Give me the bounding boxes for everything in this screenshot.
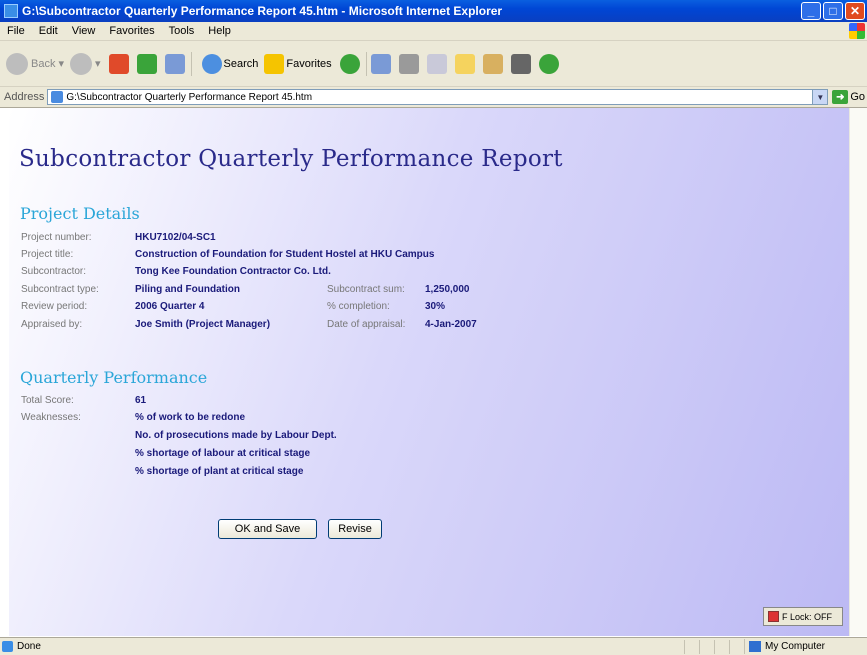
status-cell xyxy=(699,639,714,654)
review-period-label: Review period: xyxy=(21,301,88,312)
go-button[interactable]: ➜ Go xyxy=(832,90,865,104)
menu-tools[interactable]: Tools xyxy=(162,25,202,37)
toolbar-separator xyxy=(190,51,192,76)
completion-label: % completion: xyxy=(327,301,390,312)
subcontractor-value: Tong Kee Foundation Contractor Co. Ltd. xyxy=(135,266,331,277)
project-number-label: Project number: xyxy=(21,232,92,243)
go-arrow-icon: ➜ xyxy=(832,90,849,104)
window-title: G:\Subcontractor Quarterly Performance R… xyxy=(22,4,503,18)
page-title: Subcontractor Quarterly Performance Repo… xyxy=(19,146,563,172)
go-label: Go xyxy=(850,91,865,103)
windows-logo-icon xyxy=(849,23,865,39)
page-content: Subcontractor Quarterly Performance Repo… xyxy=(8,108,851,636)
forward-button[interactable]: ▾ xyxy=(70,52,101,75)
appraised-by-value: Joe Smith (Project Manager) xyxy=(135,319,271,330)
research-icon[interactable] xyxy=(482,53,503,74)
forward-arrow-icon xyxy=(70,52,92,75)
project-title-label: Project title: xyxy=(21,249,74,260)
f-lock-indicator: F Lock: OFF xyxy=(763,607,843,626)
page-done-icon xyxy=(2,641,13,652)
subcontract-sum-label: Subcontract sum: xyxy=(327,284,405,295)
page-icon xyxy=(51,91,64,103)
project-title-value: Construction of Foundation for Student H… xyxy=(135,249,435,260)
toolbar-separator xyxy=(365,51,367,76)
search-button[interactable]: Search xyxy=(201,53,259,74)
total-score-value: 61 xyxy=(135,395,147,406)
status-cell xyxy=(714,639,729,654)
media-icon[interactable] xyxy=(510,53,531,74)
back-button[interactable]: Back ▾ xyxy=(6,52,64,75)
weakness-item: % shortage of plant at critical stage xyxy=(135,466,304,477)
favorites-label: Favorites xyxy=(286,57,332,70)
total-score-label: Total Score: xyxy=(21,395,74,406)
status-text: Done xyxy=(17,641,41,652)
title-bar: G:\Subcontractor Quarterly Performance R… xyxy=(0,0,867,22)
edit-icon[interactable] xyxy=(426,53,447,74)
weakness-item: No. of prosecutions made by Labour Dept. xyxy=(135,430,337,441)
section-quarterly-performance: Quarterly Performance xyxy=(20,368,208,387)
address-value: G:\Subcontractor Quarterly Performance R… xyxy=(66,91,313,103)
favorites-button[interactable]: Favorites xyxy=(264,53,332,74)
subcontract-sum-value: 1,250,000 xyxy=(425,284,470,295)
review-period-value: 2006 Quarter 4 xyxy=(135,301,205,312)
status-bar: Done My Computer xyxy=(0,637,867,655)
vertical-scrollbar[interactable] xyxy=(849,108,867,636)
project-number-value: HKU7102/04-SC1 xyxy=(135,232,216,243)
refresh-icon[interactable] xyxy=(136,53,157,74)
date-of-appraisal-value: 4-Jan-2007 xyxy=(425,319,477,330)
back-label: Back xyxy=(31,57,56,70)
appraised-by-label: Appraised by: xyxy=(21,319,83,330)
date-of-appraisal-label: Date of appraisal: xyxy=(327,319,406,330)
back-arrow-icon xyxy=(6,52,28,75)
menu-view[interactable]: View xyxy=(65,25,103,37)
f-lock-label: F Lock: OFF xyxy=(782,611,833,622)
weaknesses-label: Weaknesses: xyxy=(21,412,81,423)
menu-edit[interactable]: Edit xyxy=(32,25,65,37)
minimize-button[interactable]: _ xyxy=(801,2,821,20)
status-cell xyxy=(684,639,699,654)
completion-value: 30% xyxy=(425,301,446,312)
address-bar: Address G:\Subcontractor Quarterly Perfo… xyxy=(0,87,867,108)
section-project-details: Project Details xyxy=(20,204,140,223)
subcontract-type-value: Piling and Foundation xyxy=(135,284,240,295)
search-icon xyxy=(201,53,222,74)
address-field[interactable]: G:\Subcontractor Quarterly Performance R… xyxy=(47,89,829,105)
menu-favorites[interactable]: Favorites xyxy=(102,25,161,37)
toolbar: Back ▾ ▾ Search Favorites xyxy=(0,41,867,87)
status-cell xyxy=(729,639,744,654)
my-computer-icon xyxy=(749,641,761,652)
weakness-item: % shortage of labour at critical stage xyxy=(135,448,311,459)
search-label: Search xyxy=(223,57,259,70)
security-zone: My Computer xyxy=(744,639,867,654)
menu-file[interactable]: File xyxy=(0,25,32,37)
menu-help[interactable]: Help xyxy=(201,25,238,37)
revise-button[interactable]: Revise xyxy=(328,519,382,539)
subcontract-type-label: Subcontract type: xyxy=(21,284,99,295)
home-icon[interactable] xyxy=(164,53,185,74)
messenger-icon[interactable] xyxy=(538,53,559,74)
stop-icon[interactable] xyxy=(108,53,129,74)
close-button[interactable]: ✕ xyxy=(845,2,865,20)
subcontractor-label: Subcontractor: xyxy=(21,266,87,277)
ie-icon xyxy=(4,4,18,18)
status-text-area: Done xyxy=(0,641,684,652)
address-label: Address xyxy=(4,91,45,103)
print-icon[interactable] xyxy=(398,53,419,74)
mail-icon[interactable] xyxy=(370,53,391,74)
favorites-star-icon xyxy=(264,53,285,74)
menu-bar: File Edit View Favorites Tools Help xyxy=(0,22,867,41)
maximize-button[interactable]: □ xyxy=(823,2,843,20)
discuss-icon[interactable] xyxy=(454,53,475,74)
weakness-item: % of work to be redone xyxy=(135,412,246,423)
zone-label: My Computer xyxy=(765,641,826,652)
history-icon[interactable] xyxy=(339,53,360,74)
f-lock-icon xyxy=(768,611,779,622)
ok-and-save-button[interactable]: OK and Save xyxy=(218,519,317,539)
address-dropdown-icon[interactable]: ▼ xyxy=(812,90,828,104)
